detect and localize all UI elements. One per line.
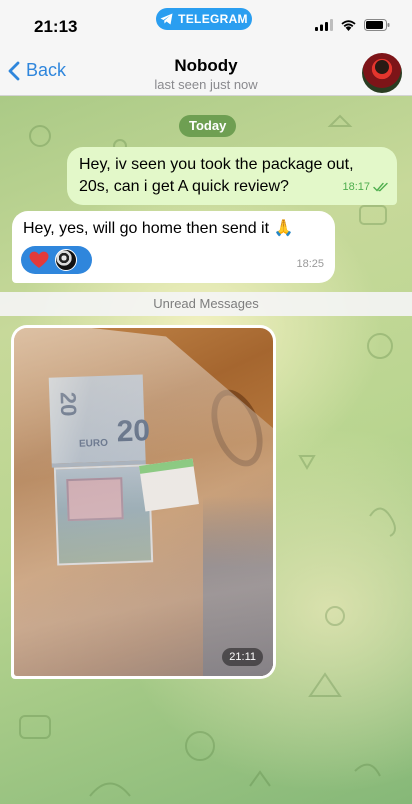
message-text: Hey, yes, will go home then send it 🙏: [23, 220, 294, 237]
double-check-icon: [373, 182, 388, 192]
battery-icon: [364, 19, 390, 31]
incoming-message-bubble[interactable]: Hey, yes, will go home then send it 🙏 18…: [12, 211, 335, 283]
message-text: Hey, iv seen you took the package out, 2…: [79, 156, 354, 195]
message-meta: 18:17: [342, 176, 389, 198]
reactor-avatar: [55, 249, 77, 271]
chat-header: Back Nobody last seen just now: [0, 48, 412, 96]
status-time: 21:13: [34, 17, 78, 36]
telegram-pill-label: TELEGRAM: [178, 12, 248, 26]
date-separator: Today: [179, 115, 237, 137]
telegram-plane-icon: [160, 13, 173, 25]
telegram-app-pill[interactable]: TELEGRAM: [156, 8, 252, 30]
plastic-bag: [14, 328, 273, 676]
wifi-icon: [341, 20, 356, 31]
message-time: 18:17: [342, 181, 370, 193]
photo-time: 21:11: [222, 648, 263, 666]
contact-avatar[interactable]: [362, 53, 402, 93]
system-icons: [315, 19, 390, 31]
cellular-signal-icon: [315, 19, 333, 31]
unread-messages-divider: Unread Messages: [0, 292, 412, 316]
message-time: 18:25: [296, 258, 324, 270]
outgoing-message-bubble[interactable]: Hey, iv seen you took the package out, 2…: [67, 147, 397, 205]
heart-icon: [29, 251, 49, 268]
chat-title[interactable]: Nobody: [0, 56, 412, 76]
incoming-photo-message[interactable]: 20 20 EURO 21:11: [11, 325, 276, 679]
photo-of-banknotes[interactable]: 20 20 EURO 21:11: [14, 328, 273, 676]
last-seen-status: last seen just now: [154, 77, 258, 92]
status-bar: 21:13 TELEGRAM: [0, 0, 412, 48]
reaction-pill[interactable]: [21, 246, 92, 274]
